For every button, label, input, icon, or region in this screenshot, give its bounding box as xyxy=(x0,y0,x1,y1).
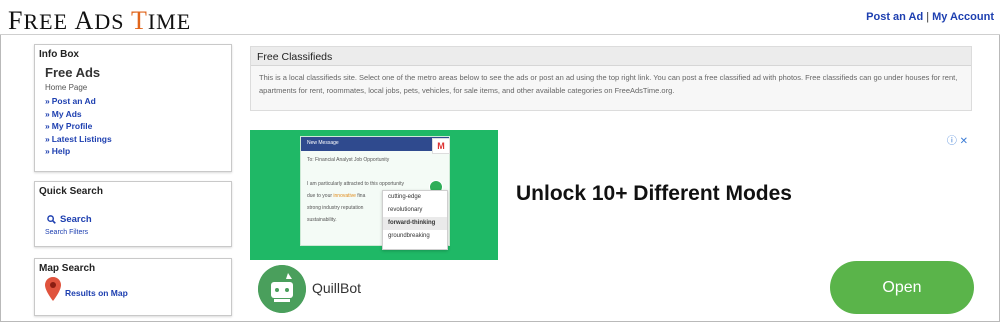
mock-body-line: I am particularly attracted to this oppo… xyxy=(307,181,404,187)
info-links: » Post an Ad » My Ads » My Profile » Latest … xyxy=(45,95,112,158)
info-box-title: Info Box xyxy=(39,49,79,60)
quillbot-logo-icon[interactable] xyxy=(258,265,306,313)
link-label: Latest Listings xyxy=(51,133,112,144)
link-label: Post an Ad xyxy=(51,96,96,106)
free-classifieds-header: Free Classifieds xyxy=(251,47,971,66)
mock-window-bar: New Message xyxy=(301,137,449,151)
map-search-box: Map Search Results on Map xyxy=(34,258,232,316)
logo-letter-t: T xyxy=(130,6,148,35)
post-an-ad-link[interactable]: Post an Ad xyxy=(866,11,923,23)
mock-text: fina xyxy=(355,193,366,199)
open-button[interactable]: Open xyxy=(830,261,974,314)
gmail-icon: M xyxy=(432,138,450,154)
results-on-map-link[interactable]: Results on Map xyxy=(65,288,128,298)
link-label: Help xyxy=(51,146,71,156)
search-link[interactable]: Search xyxy=(47,214,92,225)
top-links: Post an Ad | My Account xyxy=(866,11,994,23)
search-icon xyxy=(47,215,56,224)
site-logo[interactable]: FREE ADS TIME xyxy=(8,6,191,36)
quick-search-box: Quick Search Search Search Filters xyxy=(34,181,232,247)
logo-letter-a: A xyxy=(74,6,95,35)
mock-text: due to your xyxy=(307,193,334,199)
map-pin-icon xyxy=(45,277,61,301)
ad-brand-name[interactable]: QuillBot xyxy=(312,280,361,296)
bullet: » xyxy=(45,108,50,119)
free-classifieds-description: This is a local classifieds site. Select… xyxy=(259,73,958,95)
map-search-title: Map Search xyxy=(39,263,96,274)
link-my-ads[interactable]: » My Ads xyxy=(45,108,112,121)
mock-to-line: To: Financial Analyst Job Opportunity xyxy=(307,157,390,163)
bullet: » xyxy=(45,121,50,131)
ad-choices-icon[interactable]: ⓘ ✕ xyxy=(947,132,968,147)
link-post-an-ad[interactable]: » Post an Ad xyxy=(45,95,112,108)
bullet: » xyxy=(45,133,50,144)
mock-body-line: sustainability. xyxy=(307,217,337,223)
info-box: Info Box Free Ads Home Page » Post an Ad … xyxy=(34,44,232,172)
logo-text-ree: REE xyxy=(23,9,69,34)
free-classifieds-panel: Free Classifieds This is a local classif… xyxy=(250,46,972,111)
link-label: My Profile xyxy=(51,121,93,131)
ad-headline[interactable]: Unlock 10+ Different Modes xyxy=(516,182,792,206)
link-separator: | xyxy=(926,11,930,23)
mock-window-title: New Message xyxy=(307,140,339,146)
logo-text-ds: DS xyxy=(94,9,125,34)
bullet: » xyxy=(45,146,50,156)
mock-highlight: innovative xyxy=(333,193,356,199)
mock-body-line: due to your innovative fina xyxy=(307,193,365,199)
link-latest-listings[interactable]: » Latest Listings xyxy=(45,133,112,146)
synonym-option: cutting-edge xyxy=(388,194,422,200)
link-help[interactable]: » Help xyxy=(45,145,112,158)
home-page-link[interactable]: Home Page xyxy=(45,83,87,92)
advertisement[interactable]: New Message To: Financial Analyst Job Op… xyxy=(250,130,974,320)
synonym-option: groundbreaking xyxy=(388,233,430,239)
mock-body-line: strong industry reputation xyxy=(307,205,364,211)
my-account-link[interactable]: My Account xyxy=(932,11,994,23)
synonym-menu: cutting-edge revolutionary forward-think… xyxy=(382,190,448,250)
logo-letter-f: F xyxy=(8,6,24,35)
ad-image[interactable]: New Message To: Financial Analyst Job Op… xyxy=(250,130,498,260)
synonym-option-selected: forward-thinking xyxy=(383,217,447,230)
site-header: FREE ADS TIME Post an Ad | My Account xyxy=(0,0,1000,35)
site-name: Free Ads xyxy=(45,65,101,80)
logo-text-ime: IME xyxy=(147,9,192,34)
free-classifieds-title: Free Classifieds xyxy=(257,51,333,63)
search-filters-link[interactable]: Search Filters xyxy=(45,229,88,236)
link-label: My Ads xyxy=(51,108,82,119)
quick-search-title: Quick Search xyxy=(39,186,103,197)
link-my-profile[interactable]: » My Profile xyxy=(45,120,112,133)
bullet: » xyxy=(45,96,50,106)
search-label: Search xyxy=(60,214,92,225)
synonym-option: revolutionary xyxy=(388,207,423,213)
